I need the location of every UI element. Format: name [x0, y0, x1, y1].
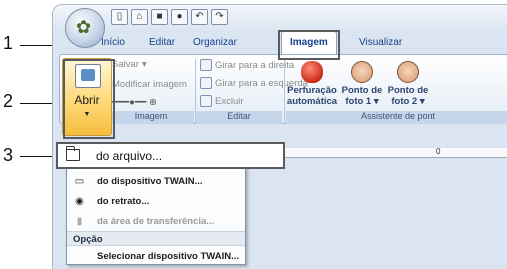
new-doc-icon[interactable]: ▯ [111, 9, 128, 25]
delete-icon [200, 95, 212, 107]
redo-icon[interactable]: ↷ [211, 9, 228, 25]
tab-organizar[interactable]: Organizar [193, 37, 237, 48]
tab-visualizar[interactable]: Visualizar [359, 37, 402, 48]
foto-1-label: foto 1 ▾ [345, 96, 379, 107]
tab-editar[interactable]: Editar [149, 37, 175, 48]
menu-item-selecionar-twain[interactable]: Selecionar dispositivo TWAIN... [67, 246, 245, 266]
menu-item-twain[interactable]: ▭ do dispositivo TWAIN... [67, 171, 245, 191]
excluir-button[interactable]: Excluir [200, 95, 244, 107]
transferencia-label: da área de transferência... [97, 215, 215, 227]
perfuracao-automatica-button[interactable]: Perfuração automática [286, 61, 338, 107]
menu-header-opcao: Opção [67, 231, 245, 246]
rotate-left-icon [200, 77, 212, 89]
zoom-slider[interactable]: ━━━●━━ ⊕ [112, 97, 157, 108]
clipboard-icon: ▮ [76, 215, 83, 227]
ponto-de-1-label: Ponto de [341, 85, 383, 96]
rotate-right-icon [200, 59, 212, 71]
ponto-foto-1-button[interactable]: Ponto de foto 1 ▾ [340, 61, 384, 107]
callout-1: 1 [3, 33, 14, 53]
folder-icon [66, 146, 80, 161]
selecionar-twain-label: Selecionar dispositivo TWAIN... [97, 250, 239, 262]
open-icon[interactable]: ⌂ [131, 9, 148, 25]
tab-inicio[interactable]: Início [101, 37, 125, 48]
callout-2: 2 [3, 91, 14, 111]
save-icon[interactable]: ■ [151, 9, 168, 25]
ruler-zero: 0 [436, 147, 441, 156]
foto-2-label: foto 2 ▾ [391, 96, 425, 107]
quick-access-toolbar: ▯ ⌂ ■ ● ↶ ↷ [111, 9, 228, 25]
menu-item-do-arquivo[interactable]: do arquivo... [56, 142, 285, 169]
record-icon[interactable]: ● [171, 9, 188, 25]
title-bar: ▯ ⌂ ■ ● ↶ ↷ [53, 5, 507, 31]
group-label-imagem: Imagem [108, 111, 194, 124]
portrait-1-icon [351, 61, 373, 83]
callout-3-line [20, 156, 56, 157]
callout-3: 3 [3, 145, 14, 165]
menu-item-transferencia[interactable]: ▮ da área de transferência... [67, 211, 245, 231]
twain-label: do dispositivo TWAIN... [97, 175, 203, 187]
ruler: 0 [256, 147, 507, 158]
group-separator [284, 59, 285, 123]
menu-item-retrato[interactable]: ◉ do retrato... [67, 191, 245, 211]
application-button[interactable]: ✿ [65, 8, 105, 48]
ponto-de-2-label: Ponto de [387, 85, 429, 96]
perfuracao-label: Perfuração [287, 85, 337, 96]
girar-direita-button[interactable]: Girar para a direita [200, 59, 294, 71]
group-label-assistente: Assistente de pont [286, 111, 507, 124]
callout-2-frame [63, 59, 115, 139]
modificar-imagem-button[interactable]: Modificar imagem [112, 79, 187, 90]
retrato-label: do retrato... [97, 195, 150, 207]
callout-1-frame [278, 30, 340, 60]
ponto-foto-2-button[interactable]: Ponto de foto 2 ▾ [386, 61, 430, 107]
portrait-icon: ◉ [75, 195, 84, 207]
portrait-2-icon [397, 61, 419, 83]
undo-icon[interactable]: ↶ [191, 9, 208, 25]
apple-icon [301, 61, 323, 83]
automatica-label: automática [286, 96, 338, 107]
ribbon-panel: Salvar ▾ Modificar imagem ━━━●━━ ⊕ Girar… [59, 54, 507, 124]
app-logo-icon: ✿ [76, 17, 92, 37]
group-label-editar: Editar [196, 111, 282, 124]
scanner-icon: ▭ [74, 175, 85, 187]
do-arquivo-label: do arquivo... [96, 149, 163, 163]
salvar-button[interactable]: Salvar ▾ [112, 59, 147, 70]
